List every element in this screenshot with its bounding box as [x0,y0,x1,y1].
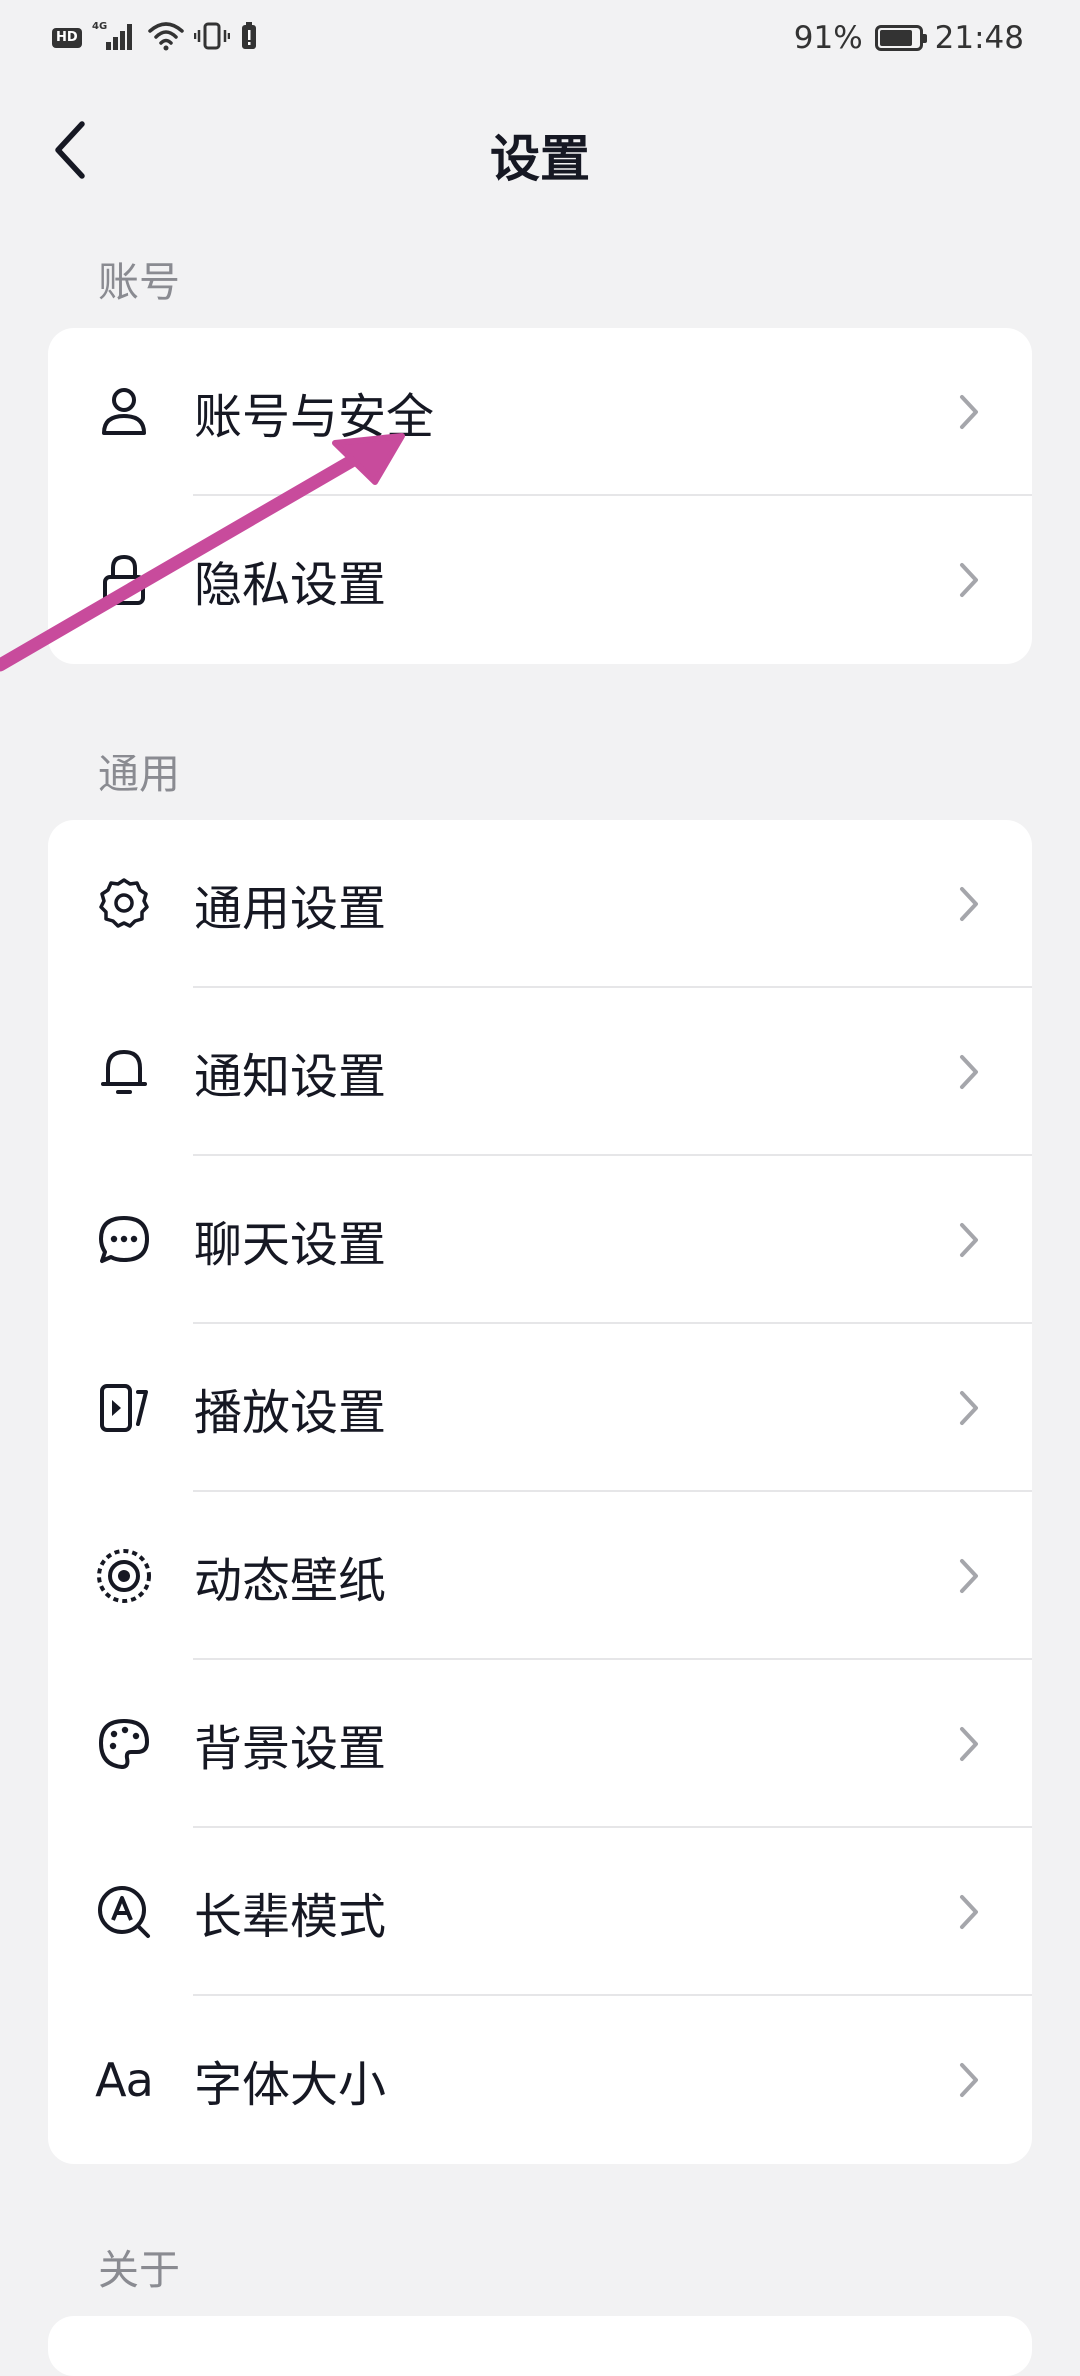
status-left: HD 4G [52,18,258,58]
chevron-right-icon [958,328,980,496]
bell-icon [94,988,154,1156]
font-size-icon-text: Aa [95,2053,154,2107]
chevron-right-icon [958,496,980,664]
wifi-icon [147,21,184,55]
row-privacy-settings[interactable]: 隐私设置 [48,496,1032,664]
row-label: 字体大小 [194,2057,387,2113]
page-title: 设置 [490,130,590,188]
battery-fill [879,30,913,46]
user-icon [94,328,154,496]
signal-icon: 4G [92,20,138,56]
row-notification-settings[interactable]: 通知设置 [48,988,1032,1156]
elder-mode-icon [94,1828,154,1996]
row-label: 长辈模式 [194,1889,387,1945]
chevron-right-icon [958,988,980,1156]
network-type-label: 4G [92,21,107,32]
row-elder-mode[interactable]: 长辈模式 [48,1828,1032,1996]
general-card: 通用设置 通知设置 聊天设置 播放设置 动态壁纸 背景设置 长辈模式 Aa 字体… [48,820,1032,2164]
lock-icon [94,496,154,664]
chevron-right-icon [958,1324,980,1492]
row-label: 播放设置 [194,1385,387,1441]
section-label-account: 账号 [98,258,180,306]
chevron-right-icon [958,1660,980,1828]
row-label: 隐私设置 [194,557,387,613]
row-label: 通用设置 [194,881,387,937]
header: 设置 [0,95,1080,215]
clock: 21:48 [934,20,1024,56]
chevron-right-icon [958,1828,980,1996]
row-chat-settings[interactable]: 聊天设置 [48,1156,1032,1324]
vibrate-icon [193,21,230,55]
section-label-general: 通用 [98,750,180,798]
row-playback-settings[interactable]: 播放设置 [48,1324,1032,1492]
chevron-right-icon [958,820,980,988]
alert-battery-icon [240,21,258,55]
battery-percent: 91% [793,20,863,56]
row-label: 通知设置 [194,1049,387,1105]
row-general-settings[interactable]: 通用设置 [48,820,1032,988]
status-right: 91% 21:48 [794,18,1024,58]
row-label: 动态壁纸 [194,1553,387,1609]
gear-icon [94,820,154,988]
chevron-right-icon [958,1156,980,1324]
palette-icon [94,1660,154,1828]
row-background-settings[interactable]: 背景设置 [48,1660,1032,1828]
row-account-security[interactable]: 账号与安全 [48,328,1032,496]
about-card [48,2316,1032,2376]
hd-badge: HD [52,28,82,48]
account-card: 账号与安全 隐私设置 [48,328,1032,664]
row-label: 聊天设置 [194,1217,387,1273]
play-video-icon [94,1324,154,1492]
battery-icon [874,25,927,51]
status-bar: HD 4G 91% 21:48 [0,0,1080,75]
chevron-right-icon [958,1996,980,2164]
font-size-icon: Aa [94,1996,154,2164]
live-wallpaper-icon [94,1492,154,1660]
chevron-right-icon [958,1492,980,1660]
row-live-wallpaper[interactable]: 动态壁纸 [48,1492,1032,1660]
section-label-about: 关于 [98,2246,180,2294]
chat-bubble-icon [94,1156,154,1324]
row-label: 账号与安全 [194,389,435,445]
row-font-size[interactable]: Aa 字体大小 [48,1996,1032,2164]
row-label: 背景设置 [194,1721,387,1777]
